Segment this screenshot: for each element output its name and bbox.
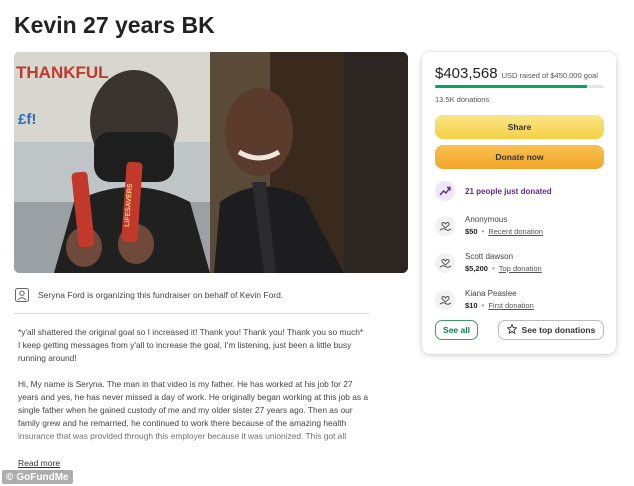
donate-button[interactable]: Donate now bbox=[435, 145, 604, 169]
donor-amount: $50 bbox=[465, 227, 478, 236]
donor-name: Scott dawson bbox=[465, 252, 514, 261]
story-fade bbox=[18, 430, 370, 458]
campaign-photo-image: THANKFUL £f! LIFESAVERS bbox=[14, 52, 408, 273]
page-title: Kevin 27 years BK bbox=[14, 12, 215, 38]
see-top-donations-button[interactable]: See top donations bbox=[498, 320, 604, 340]
watermark-text: GoFundMe bbox=[16, 471, 69, 483]
donor-name: Kiana Peaslee bbox=[465, 289, 517, 298]
separator-dot: • bbox=[481, 301, 485, 310]
donation-tag[interactable]: Top donation bbox=[499, 264, 542, 273]
see-all-button[interactable]: See all bbox=[435, 320, 478, 340]
trending-banner: 21 people just donated bbox=[435, 181, 552, 201]
donation-tag[interactable]: First donation bbox=[488, 301, 533, 310]
donation-card: $403,568 USD raised of $450,000 goal 13.… bbox=[422, 52, 616, 354]
story-paragraph: I keep getting messages from y'all to in… bbox=[18, 340, 352, 363]
amount-raised: $403,568 bbox=[435, 65, 498, 82]
sign-text: THANKFUL bbox=[16, 63, 109, 82]
star-icon bbox=[506, 323, 518, 336]
person-icon bbox=[14, 287, 30, 303]
divider bbox=[14, 313, 369, 314]
donor-item: Anonymous $50 • Recent donation bbox=[435, 215, 543, 236]
heart-hand-icon bbox=[435, 289, 455, 310]
copyright-icon: © bbox=[6, 471, 14, 483]
donor-name: Anonymous bbox=[465, 215, 508, 224]
progress-fill bbox=[435, 85, 587, 88]
separator-dot: • bbox=[481, 227, 485, 236]
see-top-donations-label: See top donations bbox=[521, 325, 596, 335]
trending-text: 21 people just donated bbox=[465, 186, 552, 196]
heart-hand-icon bbox=[435, 252, 455, 273]
donor-item: Kiana Peaslee $10 • First donation bbox=[435, 289, 534, 310]
campaign-photo[interactable]: THANKFUL £f! LIFESAVERS bbox=[14, 52, 408, 273]
organizer-line: Seryna Ford is organizing this fundraise… bbox=[14, 284, 369, 306]
goal-text: USD raised of $450,000 goal bbox=[501, 71, 598, 80]
progress-bar bbox=[435, 85, 604, 88]
gofundme-watermark: © GoFundMe bbox=[2, 470, 73, 484]
read-more-link[interactable]: Read more bbox=[18, 458, 60, 468]
sign-text-2: £f! bbox=[18, 111, 36, 128]
separator-dot: • bbox=[491, 264, 495, 273]
share-button[interactable]: Share bbox=[435, 115, 604, 139]
donations-count: 13.5K donations bbox=[435, 95, 490, 104]
donation-tag[interactable]: Recent donation bbox=[488, 227, 543, 236]
heart-hand-icon bbox=[435, 215, 455, 236]
story-paragraph: *y'all shattered the original goal so I … bbox=[18, 327, 364, 337]
donor-amount: $5,200 bbox=[465, 264, 488, 273]
organizer-text: Seryna Ford is organizing this fundraise… bbox=[38, 290, 284, 300]
donor-amount: $10 bbox=[465, 301, 478, 310]
trending-icon bbox=[435, 181, 455, 201]
donor-item: Scott dawson $5,200 • Top donation bbox=[435, 252, 542, 273]
story-text: *y'all shattered the original goal so I … bbox=[18, 326, 370, 469]
